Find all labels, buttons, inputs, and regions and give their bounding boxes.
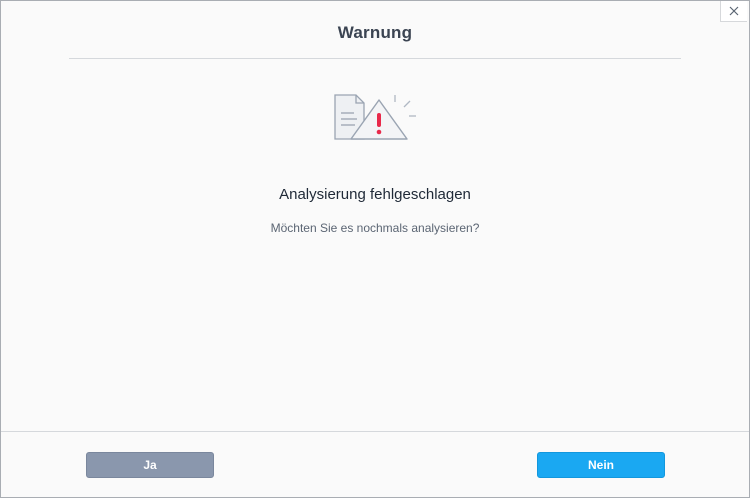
warning-document-icon xyxy=(334,94,416,140)
warning-dialog: Warnung Analysierung fehlgeschlagen Möch… xyxy=(0,0,750,498)
close-icon xyxy=(729,6,739,16)
no-button[interactable]: Nein xyxy=(537,452,665,478)
footer-divider xyxy=(1,431,749,432)
close-button[interactable] xyxy=(720,1,747,22)
error-heading: Analysierung fehlgeschlagen xyxy=(279,186,471,203)
retry-question: Möchten Sie es nochmals analysieren? xyxy=(270,221,480,235)
dialog-title: Warnung xyxy=(337,23,413,42)
yes-button[interactable]: Ja xyxy=(86,452,214,478)
title-divider xyxy=(69,58,681,59)
